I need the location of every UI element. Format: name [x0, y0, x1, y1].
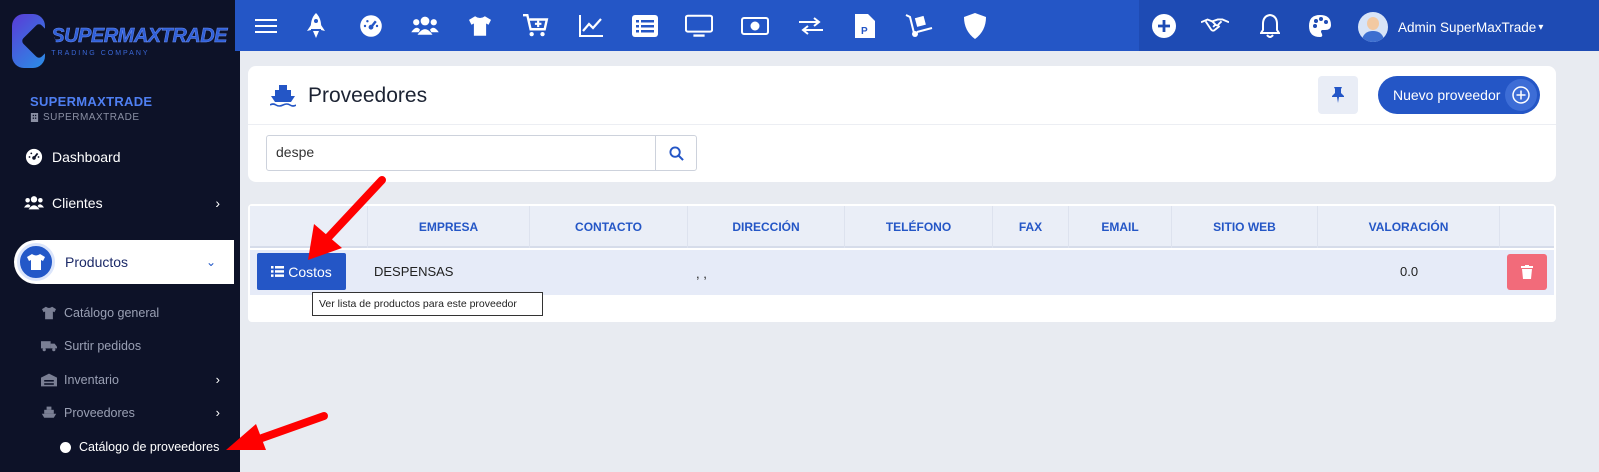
monitor-icon[interactable]	[685, 12, 713, 40]
svg-text:P: P	[861, 26, 868, 37]
company-info: SUPERMAXTRADE SUPERMAXTRADE	[30, 94, 152, 123]
bullet-icon	[60, 441, 71, 453]
cell-direccion: , ,	[696, 266, 707, 281]
users-icon	[24, 194, 44, 212]
sidebar-subitem-inventario[interactable]: Inventario ›	[40, 372, 220, 387]
delete-button[interactable]	[1507, 254, 1547, 290]
chart-line-icon[interactable]	[577, 12, 605, 40]
sidebar-subitem-label: Inventario	[64, 372, 119, 387]
building-icon	[30, 113, 39, 122]
money-bill-icon[interactable]	[741, 12, 769, 40]
chevron-right-icon: ›	[215, 195, 220, 211]
page-title-text: Proveedores	[308, 84, 428, 107]
pin-icon	[1332, 87, 1344, 103]
caret-down-icon: ▾	[1538, 21, 1544, 33]
sidebar-item-clientes[interactable]: Clientes ›	[24, 194, 220, 212]
logo-mark-icon	[12, 14, 46, 68]
chevron-right-icon: ›	[215, 405, 220, 420]
chevron-right-icon: ›	[215, 372, 220, 387]
gauge-icon	[24, 148, 44, 166]
trash-icon	[1521, 265, 1533, 279]
sidebar-subitem-catalogo-general[interactable]: Catálogo general	[40, 306, 220, 320]
table-header-cell[interactable]: CONTACTO	[530, 206, 688, 248]
avatar	[1358, 12, 1388, 42]
rocket-icon[interactable]	[302, 12, 330, 40]
ship-icon	[270, 85, 296, 107]
tshirt-icon[interactable]	[466, 12, 494, 40]
page-header-card: Proveedores Nuevo proveedor despe	[248, 66, 1556, 182]
sidebar-subitem-catalogo-proveedores[interactable]: Catálogo de proveedores	[60, 440, 219, 454]
file-p-icon[interactable]: P	[851, 12, 879, 40]
ship-icon	[40, 406, 58, 420]
list-icon[interactable]	[631, 12, 659, 40]
search-button[interactable]	[655, 135, 697, 171]
warehouse-icon	[40, 373, 58, 387]
sidebar-item-dashboard[interactable]: Dashboard	[24, 148, 220, 166]
sidebar-subitem-surtir-pedidos[interactable]: Surtir pedidos	[40, 339, 220, 353]
palette-icon[interactable]	[1306, 12, 1334, 40]
user-name: Admin SuperMaxTrade	[1398, 19, 1537, 35]
table-header-cell[interactable]: EMAIL	[1069, 206, 1172, 248]
sidebar-subitem-label: Catálogo de proveedores	[79, 440, 220, 454]
logo-text: SUPERMAXTRADE	[51, 25, 228, 48]
sidebar-subitem-label: Surtir pedidos	[64, 339, 142, 353]
sidebar-subitem-label: Proveedores	[64, 405, 135, 420]
sidebar-item-productos[interactable]: Productos ⌄	[14, 240, 234, 284]
plus-circle-icon[interactable]	[1150, 12, 1178, 40]
bell-icon[interactable]	[1256, 12, 1284, 40]
truck-icon	[40, 340, 58, 352]
cell-valoracion: 0.0	[1400, 264, 1419, 279]
page-title: Proveedores	[270, 84, 427, 108]
annotation-arrow-icon	[308, 176, 386, 260]
plus-circle-icon	[1505, 79, 1537, 111]
handshake-icon[interactable]	[1201, 12, 1229, 40]
shield-icon[interactable]	[961, 12, 989, 40]
sidebar-item-label: Clientes	[52, 195, 103, 211]
search-input[interactable]: despe	[266, 135, 656, 171]
chevron-down-icon: ⌄	[205, 255, 216, 269]
users-icon[interactable]	[411, 12, 439, 40]
tooltip: Ver lista de productos para este proveed…	[312, 292, 543, 316]
table-header-cell[interactable]: FAX	[993, 206, 1069, 248]
sidebar-subitem-label: Catálogo general	[64, 306, 160, 320]
search-icon	[668, 145, 684, 161]
menu-icon[interactable]	[252, 12, 280, 40]
list-icon	[271, 266, 285, 277]
brand-logo[interactable]: SUPERMAXTRADE TRADING COMPANY	[12, 10, 228, 72]
table-header-cell[interactable]: TELÉFONO	[845, 206, 993, 248]
table-header-cell[interactable]: DIRECCIÓN	[688, 206, 845, 248]
company-sub: SUPERMAXTRADE	[43, 112, 140, 123]
dolly-icon[interactable]	[905, 12, 933, 40]
annotation-arrow-icon	[226, 412, 328, 450]
sidebar: SUPERMAXTRADE TRADING COMPANY SUPERMAXTR…	[0, 0, 240, 472]
sidebar-item-label: Dashboard	[52, 149, 121, 165]
new-provider-label: Nuevo proveedor	[1393, 87, 1501, 103]
top-navbar: P Admin SuperMaxTrade ▾	[235, 0, 1599, 51]
dashboard-gauge-icon[interactable]	[357, 12, 385, 40]
tshirt-icon	[40, 306, 58, 320]
pin-button[interactable]	[1318, 76, 1358, 114]
table-header-cell[interactable]: VALORACIÓN	[1318, 206, 1500, 248]
sidebar-subitem-proveedores[interactable]: Proveedores ›	[40, 405, 220, 420]
table-header-cell[interactable]: SITIO WEB	[1172, 206, 1318, 248]
company-name: SUPERMAXTRADE	[30, 94, 153, 109]
user-menu[interactable]: Admin SuperMaxTrade ▾	[1358, 12, 1543, 42]
tshirt-icon	[17, 243, 55, 281]
exchange-icon[interactable]	[797, 12, 825, 40]
table-header: EMPRESA CONTACTO DIRECCIÓN TELÉFONO FAX …	[250, 206, 1554, 248]
table-header-cell	[1500, 206, 1554, 248]
sidebar-item-label: Productos	[65, 254, 129, 270]
new-provider-button[interactable]: Nuevo proveedor	[1378, 76, 1540, 114]
cart-plus-icon[interactable]	[522, 12, 550, 40]
divider	[248, 124, 1556, 125]
logo-subtext: TRADING COMPANY	[51, 50, 150, 57]
